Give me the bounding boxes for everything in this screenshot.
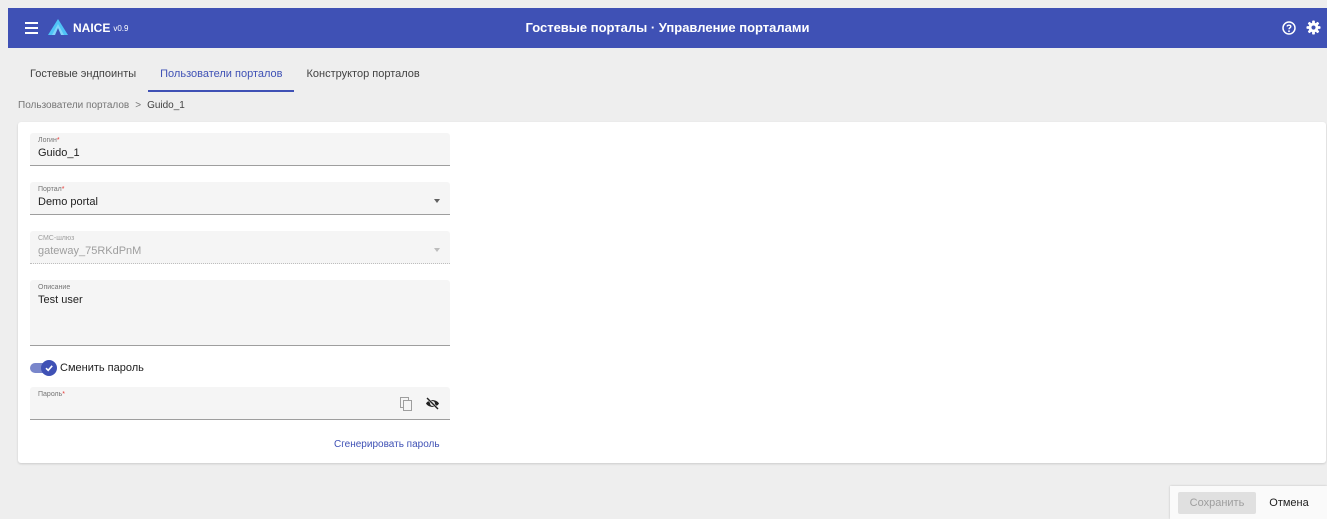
page-title: Гостевые порталы · Управление порталами	[525, 20, 810, 35]
login-field[interactable]: Логин* Guido_1	[30, 133, 450, 166]
breadcrumb-current: Guido_1	[147, 100, 185, 111]
app-header: NAICE v0.9 Гостевые порталы · Управление…	[8, 8, 1327, 48]
toggle-knob	[41, 360, 57, 376]
description-label: Описание	[38, 284, 71, 291]
menu-icon[interactable]	[25, 22, 38, 34]
sms-gateway-select: СМС-шлюз gateway_75RKdPnM	[30, 231, 450, 264]
description-textarea[interactable]: Описание Test user	[30, 280, 450, 346]
sms-gateway-value: gateway_75RKdPnM	[38, 245, 142, 257]
breadcrumb: Пользователи порталов > Guido_1	[18, 100, 185, 111]
caret-down-icon	[434, 248, 440, 252]
app-logo[interactable]: NAICE v0.9	[48, 19, 128, 35]
gear-icon[interactable]	[1306, 20, 1321, 35]
description-value: Test user	[38, 294, 83, 306]
form-actions: Сохранить Отмена	[1170, 486, 1327, 519]
user-form-card: Логин* Guido_1 Портал* Demo portal СМС-ш…	[18, 122, 1326, 463]
cancel-button[interactable]: Отмена	[1258, 492, 1320, 514]
tab-bar: Гостевые эндпоинты Пользователи порталов…	[18, 58, 432, 92]
check-icon	[45, 365, 53, 372]
generate-password-link[interactable]: Сгенерировать пароль	[334, 439, 440, 450]
app-version: v0.9	[113, 24, 129, 33]
password-label: Пароль*	[38, 391, 66, 398]
change-password-toggle[interactable]: Сменить пароль	[30, 360, 144, 376]
save-button[interactable]: Сохранить	[1178, 492, 1256, 514]
tab-portal-builder[interactable]: Конструктор порталов	[294, 58, 431, 90]
portal-select[interactable]: Портал* Demo portal	[30, 182, 450, 215]
sms-gateway-label: СМС-шлюз	[38, 235, 75, 242]
tab-portal-users[interactable]: Пользователи порталов	[148, 58, 295, 92]
eye-off-icon[interactable]	[425, 397, 440, 410]
change-password-label: Сменить пароль	[60, 362, 144, 374]
login-label: Логин*	[38, 137, 60, 144]
copy-icon[interactable]	[400, 397, 412, 411]
caret-down-icon	[434, 199, 440, 203]
tab-guest-endpoints[interactable]: Гостевые эндпоинты	[18, 58, 148, 90]
naice-logo-icon	[48, 19, 68, 35]
portal-label: Портал*	[38, 186, 65, 193]
breadcrumb-separator: >	[135, 100, 142, 111]
password-field[interactable]: Пароль*	[30, 387, 450, 420]
login-value: Guido_1	[38, 147, 80, 159]
portal-value: Demo portal	[38, 196, 98, 208]
breadcrumb-parent-link[interactable]: Пользователи порталов	[18, 100, 129, 111]
help-icon[interactable]	[1282, 21, 1296, 35]
toggle-track	[30, 360, 57, 376]
app-name: NAICE	[73, 21, 111, 35]
